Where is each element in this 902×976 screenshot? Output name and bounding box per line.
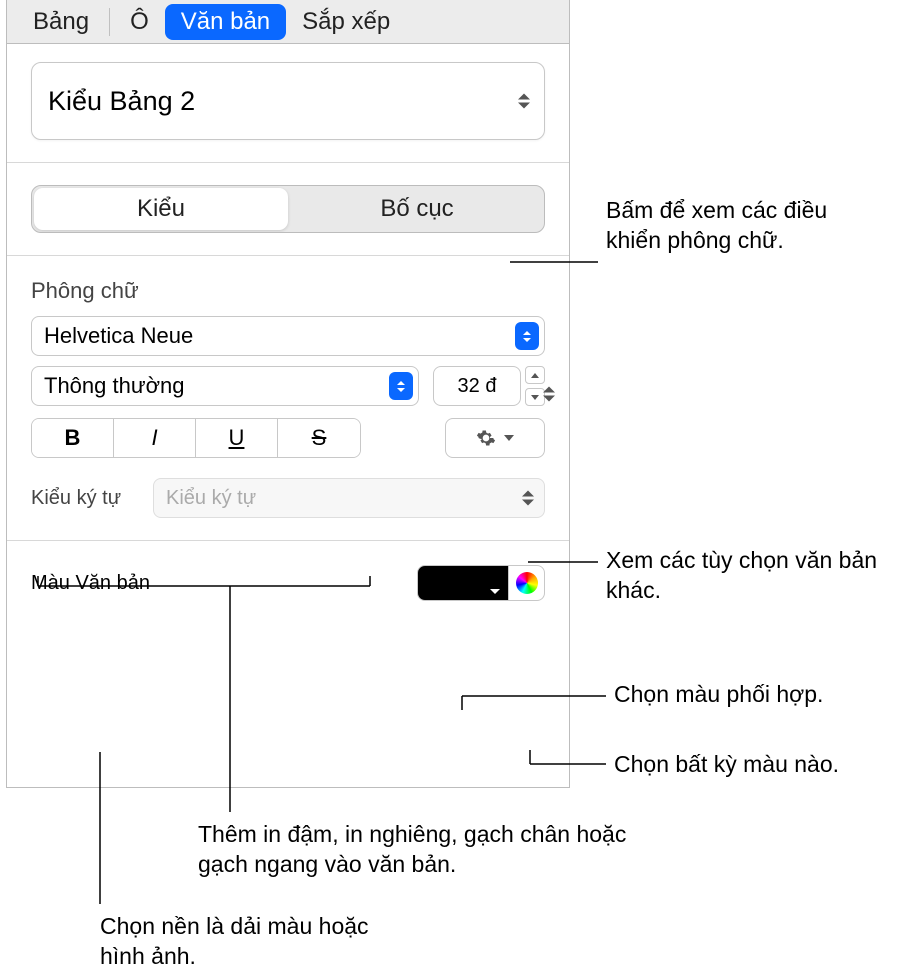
color-wheel-icon bbox=[516, 572, 538, 594]
divider bbox=[7, 162, 569, 163]
callout-style-buttons: Thêm in đậm, in nghiêng, gạch chân hoặc … bbox=[198, 820, 638, 880]
chevron-updown-icon bbox=[518, 94, 530, 109]
font-section-label: Phông chữ bbox=[31, 278, 545, 304]
color-swatch[interactable] bbox=[417, 565, 509, 601]
character-style-label: Kiểu ký tự bbox=[31, 487, 141, 510]
format-panel: Bảng Ô Văn bản Sắp xếp Kiểu Bảng 2 Kiểu … bbox=[6, 0, 570, 788]
character-style-select[interactable]: Kiểu ký tự bbox=[153, 478, 545, 518]
updown-icon bbox=[389, 372, 413, 400]
font-family-select[interactable]: Helvetica Neue bbox=[31, 316, 545, 356]
bold-button[interactable]: B bbox=[32, 419, 114, 457]
callout-match-color: Chọn màu phối hợp. bbox=[614, 680, 874, 710]
font-weight-select[interactable]: Thông thường bbox=[31, 366, 419, 406]
strikethrough-button[interactable]: S bbox=[278, 419, 360, 457]
tab-table[interactable]: Bảng bbox=[17, 4, 105, 40]
divider bbox=[7, 255, 569, 256]
font-weight-value: Thông thường bbox=[44, 373, 184, 399]
chevron-down-icon bbox=[504, 435, 514, 441]
tab-separator bbox=[109, 8, 110, 36]
character-style-placeholder: Kiểu ký tự bbox=[166, 487, 256, 510]
callout-more-options: Xem các tùy chọn văn bản khác. bbox=[606, 546, 886, 606]
segment-style[interactable]: Kiểu bbox=[34, 188, 288, 230]
underline-button[interactable]: U bbox=[196, 419, 278, 457]
font-size-up[interactable] bbox=[525, 366, 545, 384]
tab-arrange[interactable]: Sắp xếp bbox=[286, 4, 406, 40]
font-size-value: 32 đ bbox=[458, 375, 497, 398]
callout-text-color-bg: Chọn nền là dải màu hoặc hình ảnh. bbox=[100, 912, 400, 972]
inspector-tabs: Bảng Ô Văn bản Sắp xếp bbox=[7, 0, 569, 44]
divider bbox=[7, 540, 569, 541]
advanced-options-button[interactable] bbox=[445, 418, 545, 458]
font-size-input[interactable]: 32 đ bbox=[433, 366, 521, 406]
updown-icon bbox=[515, 322, 539, 350]
text-color-label-wrap[interactable]: Màu Văn bản bbox=[31, 572, 150, 595]
style-layout-segment: Kiểu Bố cục bbox=[31, 185, 545, 233]
font-family-value: Helvetica Neue bbox=[44, 323, 193, 349]
tab-cell[interactable]: Ô bbox=[114, 4, 165, 40]
italic-button[interactable]: I bbox=[114, 419, 196, 457]
segment-layout[interactable]: Bố cục bbox=[290, 186, 544, 232]
paragraph-style-value: Kiểu Bảng 2 bbox=[48, 86, 195, 117]
gear-icon bbox=[476, 428, 496, 448]
text-style-buttons: B I U S bbox=[31, 418, 361, 458]
chevron-updown-icon bbox=[543, 386, 555, 401]
callout-any-color: Chọn bất kỳ màu nào. bbox=[614, 750, 894, 780]
chevron-updown-icon bbox=[522, 491, 534, 506]
color-wheel-button[interactable] bbox=[509, 565, 545, 601]
font-size-stepper bbox=[525, 366, 545, 406]
paragraph-style-select[interactable]: Kiểu Bảng 2 bbox=[31, 62, 545, 140]
font-size-down[interactable] bbox=[525, 388, 545, 406]
callout-font-controls: Bấm để xem các điều khiển phông chữ. bbox=[606, 196, 886, 256]
text-color-label: Màu Văn bản bbox=[31, 572, 150, 595]
tab-text[interactable]: Văn bản bbox=[165, 4, 286, 40]
